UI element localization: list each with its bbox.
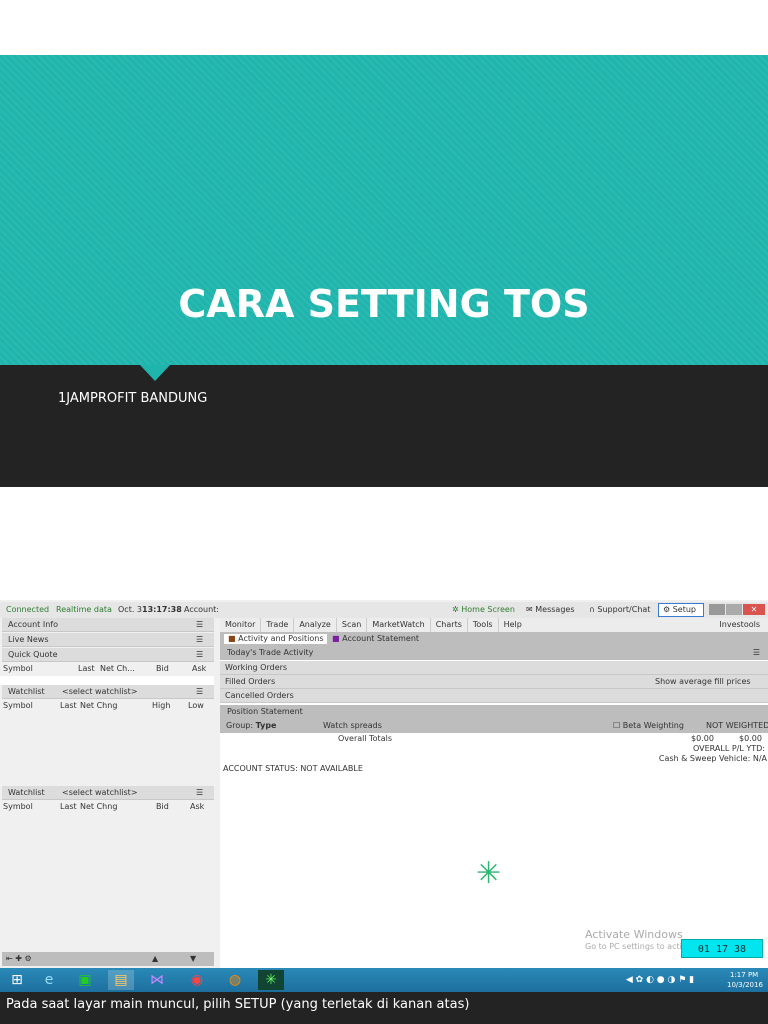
- realtime-dropdown[interactable]: Realtime data: [56, 602, 112, 618]
- weighting-value: NOT WEIGHTED: [706, 721, 768, 730]
- tab-tools[interactable]: Tools: [466, 618, 498, 632]
- slide-caption: Pada saat layar main muncul, pilih SETUP…: [0, 992, 768, 1024]
- watchlist-select[interactable]: <select watchlist>: [62, 685, 138, 699]
- subtab-activity[interactable]: ■ Activity and Positions: [224, 634, 328, 644]
- live-news-header[interactable]: Live News ☰: [2, 633, 214, 647]
- gear-icon: ⚙: [663, 605, 673, 614]
- tos-window: Connected Realtime data Oct. 3 13:17:38 …: [0, 600, 768, 968]
- overall-pl-ytd: OVERALL P/L YTD:: [693, 744, 765, 753]
- subtab-statement[interactable]: ■ Account Statement: [332, 632, 419, 646]
- overall-totals-label: Overall Totals: [338, 734, 392, 743]
- watch-spreads-dropdown[interactable]: Watch spreads: [323, 719, 382, 733]
- watchlist-columns: Symbol Last Net Chng High Low: [3, 701, 204, 710]
- loading-spinner-icon: ✳: [476, 856, 502, 891]
- slide-title: CARA SETTING TOS: [178, 282, 590, 326]
- beta-weighting-checkbox[interactable]: ☐ Beta Weighting: [613, 719, 684, 733]
- scroll-down-icon[interactable]: ▼: [190, 952, 196, 966]
- close-button[interactable]: ✕: [743, 604, 765, 615]
- visual-studio-icon[interactable]: ⋈: [144, 970, 170, 990]
- menu-icon[interactable]: ☰: [196, 648, 203, 662]
- document-icon: ■: [332, 634, 343, 643]
- maximize-button[interactable]: [726, 604, 742, 615]
- menu-icon[interactable]: ☰: [753, 646, 760, 660]
- left-panel-toolbar: ⇤ ✚ ⚙ ▲ ▼: [2, 952, 214, 966]
- support-chat-button[interactable]: ∩ Support/Chat: [589, 602, 650, 618]
- connected-status: Connected: [6, 605, 50, 614]
- activate-windows-hint: Go to PC settings to acti: [585, 942, 682, 951]
- subtab-bar: ■ Activity and Positions ■ Account State…: [220, 632, 768, 646]
- filled-orders-row[interactable]: Filled Orders Show average fill prices: [220, 675, 768, 689]
- store-icon[interactable]: ▣: [72, 970, 98, 990]
- add-gadget-icons[interactable]: ⇤ ✚ ⚙: [6, 952, 32, 966]
- subtitle-band: [0, 365, 768, 487]
- tab-monitor[interactable]: Monitor: [220, 618, 260, 632]
- tab-trade[interactable]: Trade: [260, 618, 293, 632]
- briefcase-icon: ■: [228, 634, 239, 643]
- tab-charts[interactable]: Charts: [429, 618, 467, 632]
- tray-date: 10/3/2016: [727, 981, 763, 989]
- slide-subtitle: 1JAMPROFIT BANDUNG: [58, 391, 208, 406]
- position-statement-header[interactable]: Position Statement: [220, 705, 768, 719]
- tab-scan[interactable]: Scan: [335, 618, 366, 632]
- envelope-icon: ✉: [526, 605, 536, 614]
- minimize-button[interactable]: [709, 604, 725, 615]
- total-value-2: $0.00: [739, 734, 762, 743]
- investools-link[interactable]: Investools: [719, 618, 760, 632]
- menu-icon[interactable]: ☰: [196, 685, 203, 699]
- account-status: ACCOUNT STATUS: NOT AVAILABLE: [223, 764, 363, 773]
- group-dropdown[interactable]: Group: Type: [226, 719, 276, 733]
- activate-windows-watermark: Activate Windows: [585, 928, 683, 941]
- working-orders-row[interactable]: Working Orders: [220, 661, 768, 675]
- start-icon[interactable]: ⊞: [4, 970, 30, 990]
- scroll-up-icon[interactable]: ▲: [152, 952, 158, 966]
- account-info-header[interactable]: Account Info ☰: [2, 618, 214, 632]
- setup-button[interactable]: ⚙ Setup: [658, 603, 704, 617]
- menu-icon[interactable]: ☰: [196, 618, 203, 632]
- cancelled-orders-row[interactable]: Cancelled Orders: [220, 689, 768, 703]
- watchlist-2-header[interactable]: Watchlist <select watchlist> ☰: [2, 786, 214, 800]
- tab-analyze[interactable]: Analyze: [293, 618, 336, 632]
- menu-icon[interactable]: ☰: [196, 633, 203, 647]
- system-tray-icons[interactable]: ◀ ✿ ◐ ● ◑ ⚑ ▮: [600, 970, 720, 990]
- cash-sweep-vehicle: Cash & Sweep Vehicle: N/A: [658, 754, 767, 763]
- account-dropdown[interactable]: Account:: [184, 602, 219, 618]
- position-toolbar: Group: Type Watch spreads ☐ Beta Weighti…: [220, 719, 768, 733]
- main-menu: Monitor Trade Analyze Scan MarketWatch Charts…: [220, 618, 768, 632]
- windows-taskbar: ⊞ e ▣ ▤ ⋈ ◉ ◍ ✳ ◀ ✿ ◐ ● ◑ ⚑ ▮ 1:17 PM 10…: [0, 968, 768, 992]
- file-explorer-icon[interactable]: ▤: [108, 970, 134, 990]
- quick-quote-columns: Symbol Last Net Ch... Bid Ask: [3, 664, 207, 673]
- watchlist-2-select[interactable]: <select watchlist>: [62, 786, 138, 800]
- quick-quote-header[interactable]: Quick Quote ☰: [2, 648, 214, 662]
- date-label: Oct. 3: [118, 605, 143, 614]
- show-average-fill-toggle[interactable]: Show average fill prices: [655, 675, 751, 689]
- clock-widget: 01 17 38: [681, 939, 763, 958]
- status-bar: Connected Realtime data Oct. 3 13:17:38 …: [0, 602, 768, 618]
- home-screen-button[interactable]: ✲ Home Screen: [452, 602, 515, 618]
- total-value-1: $0.00: [691, 734, 714, 743]
- thinkorswim-icon[interactable]: ✳: [258, 970, 284, 990]
- chrome-icon[interactable]: ◉: [184, 970, 210, 990]
- quick-quote-input[interactable]: [0, 676, 214, 685]
- todays-trade-header[interactable]: Today's Trade Activity ☰: [220, 646, 768, 660]
- home-icon: ✲: [452, 605, 462, 614]
- menu-icon[interactable]: ☰: [196, 786, 203, 800]
- time-label: 13:17:38: [142, 605, 182, 614]
- watchlist-header[interactable]: Watchlist <select watchlist> ☰: [2, 685, 214, 699]
- tab-help[interactable]: Help: [497, 618, 527, 632]
- internet-explorer-icon[interactable]: e: [36, 970, 62, 990]
- tray-time: 1:17 PM: [730, 971, 759, 979]
- banner-notch: [140, 365, 170, 381]
- tab-marketwatch[interactable]: MarketWatch: [366, 618, 429, 632]
- firefox-icon[interactable]: ◍: [222, 970, 248, 990]
- messages-button[interactable]: ✉ Messages: [526, 602, 574, 618]
- watchlist-2-columns: Symbol Last Net Chng Bid Ask: [3, 802, 205, 811]
